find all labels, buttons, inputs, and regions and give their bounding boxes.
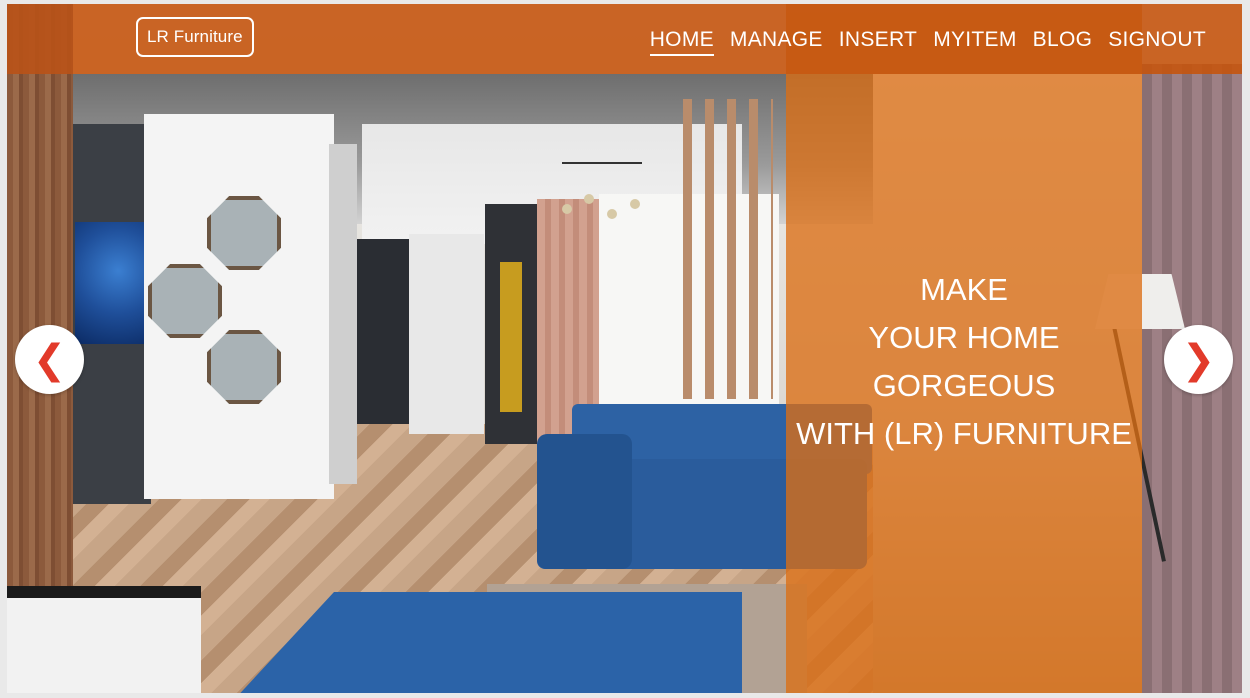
wood-slats — [683, 99, 773, 399]
wall-art — [75, 222, 147, 344]
carousel-next-button[interactable]: ❯ — [1164, 325, 1233, 394]
hero-line: MAKE — [920, 272, 1008, 307]
sofa-arm — [537, 434, 632, 569]
chevron-left-icon: ❮ — [32, 336, 67, 383]
chevron-right-icon: ❯ — [1181, 336, 1216, 383]
doorway — [357, 239, 409, 424]
nav-insert[interactable]: INSERT — [831, 26, 925, 56]
hall-wall — [409, 234, 484, 434]
brand-logo[interactable]: LR Furniture — [136, 17, 254, 57]
main-nav: HOME MANAGE INSERT MYITEM BLOG SIGNOUT — [649, 26, 1214, 56]
gold-panel — [500, 262, 522, 412]
navbar-shade — [7, 4, 73, 74]
navbar: LR Furniture HOME MANAGE INSERT MYITEM B… — [7, 4, 1242, 74]
nav-signout[interactable]: SIGNOUT — [1100, 26, 1214, 56]
nav-blog[interactable]: BLOG — [1025, 26, 1101, 56]
mirror — [207, 196, 281, 270]
wall-shade — [329, 144, 357, 484]
nav-manage[interactable]: MANAGE — [722, 26, 831, 56]
hero-headline: MAKE YOUR HOME GORGEOUS WITH (LR) FURNIT… — [786, 266, 1142, 458]
chandelier — [562, 162, 642, 234]
carousel-prev-button[interactable]: ❮ — [15, 325, 84, 394]
hero-carousel: LR Furniture HOME MANAGE INSERT MYITEM B… — [7, 4, 1242, 693]
nav-myitem[interactable]: MYITEM — [925, 26, 1024, 56]
hero-line: YOUR HOME — [868, 320, 1060, 355]
side-table — [7, 586, 201, 693]
mirror — [148, 264, 222, 338]
hero-line: GORGEOUS — [872, 368, 1056, 403]
hero-line: WITH (LR) FURNITURE — [796, 416, 1132, 451]
mirror — [207, 330, 281, 404]
nav-home[interactable]: HOME — [649, 26, 714, 56]
